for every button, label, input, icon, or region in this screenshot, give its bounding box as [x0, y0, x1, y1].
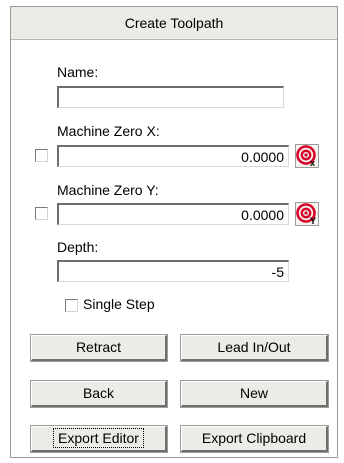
export-clipboard-button-label: Export Clipboard — [201, 430, 307, 446]
export-editor-button-label: Export Editor — [53, 428, 144, 448]
depth-label: Depth: — [57, 239, 99, 255]
single-step-checkbox[interactable] — [65, 299, 78, 312]
panel-title: Create Toolpath — [11, 7, 337, 40]
name-input[interactable] — [57, 86, 284, 108]
create-toolpath-panel: Create Toolpath Name: Machine Zero X: x … — [10, 6, 338, 458]
depth-input[interactable] — [57, 260, 289, 282]
back-button-label: Back — [82, 385, 115, 401]
export-clipboard-button[interactable]: Export Clipboard — [181, 426, 328, 452]
name-label: Name: — [57, 64, 99, 80]
new-button-label: New — [239, 385, 268, 401]
machine-zero-y-input[interactable] — [57, 203, 289, 225]
retract-button-label: Retract — [75, 339, 122, 355]
new-button[interactable]: New — [181, 381, 328, 407]
export-editor-button[interactable]: Export Editor — [31, 426, 167, 452]
target-x-icon[interactable]: x — [295, 144, 319, 168]
single-step-label: Single Step — [83, 296, 155, 312]
target-y-letter: Y — [310, 216, 316, 226]
machine-zero-y-checkbox[interactable] — [35, 207, 48, 220]
machine-zero-x-input[interactable] — [57, 145, 289, 167]
machine-zero-x-label: Machine Zero X: — [57, 123, 160, 139]
back-button[interactable]: Back — [31, 381, 167, 407]
lead-in-out-button-label: Lead In/Out — [217, 339, 291, 355]
machine-zero-y-label: Machine Zero Y: — [57, 182, 159, 198]
machine-zero-x-checkbox[interactable] — [35, 149, 48, 162]
lead-in-out-button[interactable]: Lead In/Out — [181, 335, 328, 361]
target-x-letter: x — [310, 158, 315, 168]
retract-button[interactable]: Retract — [31, 335, 167, 361]
target-y-icon[interactable]: Y — [295, 202, 319, 226]
